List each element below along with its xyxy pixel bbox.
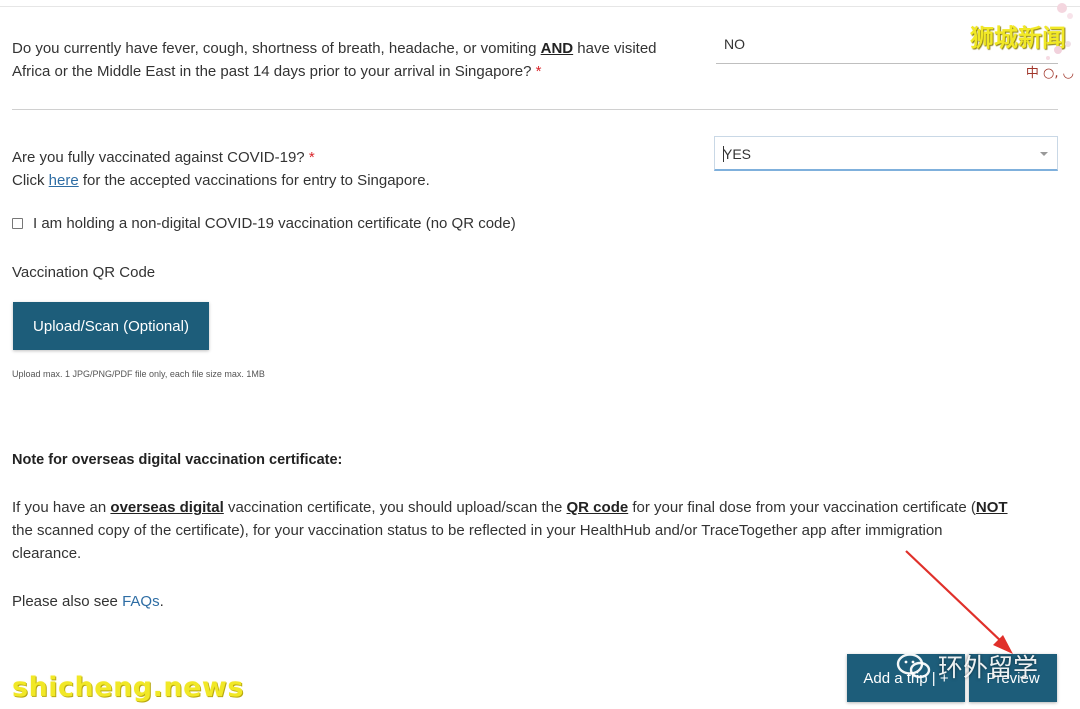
required-mark: * xyxy=(535,63,542,80)
note-text: clearance. xyxy=(12,545,82,562)
note-emphasis: QR code xyxy=(566,499,629,516)
faq-paragraph: Please also see FAQs. xyxy=(12,590,1052,613)
note-text: vaccination certificate, you should uplo… xyxy=(223,499,567,516)
q1-line1-post: have visited xyxy=(573,40,657,57)
top-border xyxy=(0,0,1080,7)
corner-watermark-text: 中 ○, ◡ xyxy=(1025,66,1074,81)
note-emphasis: NOT xyxy=(975,499,1008,516)
non-digital-certificate-checkbox[interactable] xyxy=(12,218,23,229)
note-title: Note for overseas digital vaccination ce… xyxy=(12,452,343,468)
note-emphasis: overseas digital xyxy=(110,499,224,516)
question-vaccinated: Are you fully vaccinated against COVID-1… xyxy=(12,146,430,192)
required-mark: * xyxy=(308,149,315,166)
vaccinated-select[interactable]: YES xyxy=(714,136,1058,171)
faq-text: Please also see xyxy=(12,593,123,610)
note-text: for your final dose from your vaccinatio… xyxy=(628,499,976,516)
faq-text: . xyxy=(159,593,164,610)
q2-click-post: for the accepted vaccinations for entry … xyxy=(78,172,430,189)
faqs-link[interactable]: FAQs xyxy=(122,593,160,610)
q2-question: Are you fully vaccinated against COVID-1… xyxy=(12,149,305,166)
vaccinated-select-value: YES xyxy=(723,146,752,162)
q1-line2: Africa or the Middle East in the past 14… xyxy=(12,63,532,80)
note-text: If you have an xyxy=(12,499,111,516)
q1-and-emphasis: AND xyxy=(540,40,574,57)
non-digital-certificate-label[interactable]: I am holding a non-digital COVID-19 vacc… xyxy=(33,212,516,235)
fever-travel-answer-value: NO xyxy=(724,36,745,52)
wechat-logo-icon xyxy=(896,653,931,679)
chevron-down-icon[interactable] xyxy=(1040,152,1048,156)
section-divider xyxy=(12,109,1058,110)
note-paragraph: If you have an overseas digital vaccinat… xyxy=(12,496,1052,565)
q1-line1-pre: Do you currently have fever, cough, shor… xyxy=(12,40,541,57)
question-fever-travel: Do you currently have fever, cough, shor… xyxy=(12,37,657,83)
note-text: the scanned copy of the certificate), fo… xyxy=(12,522,943,539)
q2-click-pre: Click xyxy=(12,172,49,189)
vaccination-qr-label: Vaccination QR Code xyxy=(12,264,156,281)
watermark-center: 环外留学 xyxy=(938,653,1039,682)
accepted-vaccinations-link[interactable]: here xyxy=(49,172,79,189)
watermark-bottom-left: shicheng.news xyxy=(12,672,244,703)
upload-hint: Upload max. 1 JPG/PNG/PDF file only, eac… xyxy=(12,369,265,379)
upload-scan-button[interactable]: Upload/Scan (Optional) xyxy=(13,302,209,350)
